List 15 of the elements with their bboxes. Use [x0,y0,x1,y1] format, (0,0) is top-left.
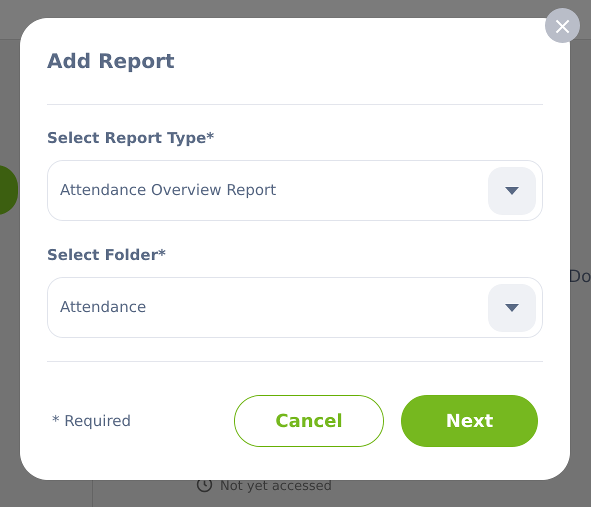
field-label: Select Report Type* [47,128,214,148]
select-value: Attendance Overview Report [60,180,278,202]
cancel-button[interactable]: Cancel [234,395,384,447]
caret-icon [504,302,520,312]
next-button[interactable]: Next [401,395,538,447]
dialog-title: Add Report [47,48,176,74]
select-field[interactable]: Attendance Overview Report [47,160,543,221]
access-status: Not yet accessed [220,478,332,496]
field-label: Select Folder* [47,245,166,265]
select-value: Attendance [60,297,148,318]
caret-icon [504,186,520,196]
dropdown-button[interactable] [488,284,536,332]
dropdown-button[interactable] [488,166,536,214]
required-note: * Required [52,410,132,432]
select-field[interactable]: Attendance [47,277,543,338]
